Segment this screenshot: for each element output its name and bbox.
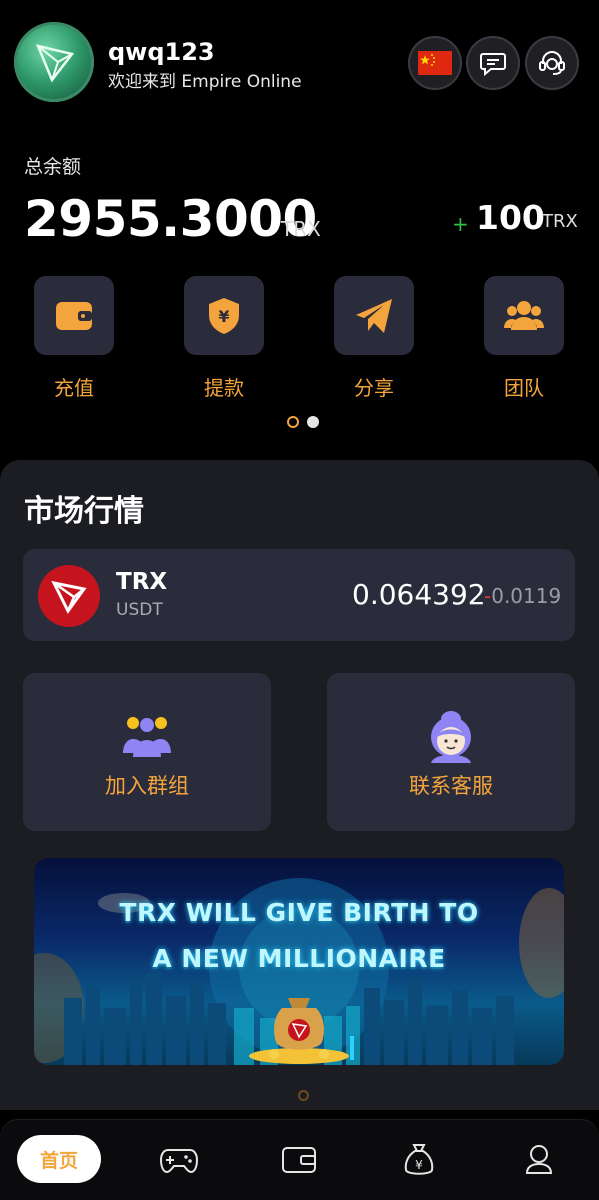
pager-dot-active[interactable] [287, 416, 299, 428]
customer-service-icon [431, 711, 471, 763]
avatar[interactable] [14, 22, 94, 102]
bonus-unit: TRX [542, 211, 578, 232]
share-button[interactable] [334, 276, 414, 355]
nav-games-button[interactable] [159, 1140, 199, 1180]
wallet-icon [282, 1147, 316, 1173]
coin-change: -0.0119 [484, 584, 561, 608]
bonus-plus-sign: + [452, 212, 469, 236]
withdraw-label: 提款 [204, 376, 244, 400]
customer-service-button[interactable] [525, 36, 579, 90]
trx-logo-icon [38, 565, 100, 627]
coin-change-value: 0.0119 [491, 584, 562, 608]
china-flag-icon [418, 51, 452, 75]
team-icon [504, 300, 544, 330]
deposit-button[interactable] [34, 276, 114, 355]
paper-plane-icon [356, 298, 392, 333]
shield-yen-icon: ¥ [209, 297, 239, 334]
team-label: 团队 [504, 376, 544, 400]
username: qwq123 [108, 38, 215, 66]
pager-dot[interactable] [307, 416, 319, 428]
nav-profile-button[interactable] [519, 1140, 559, 1180]
bonus-amount: 100 [476, 198, 545, 237]
profile-icon [525, 1145, 553, 1174]
coin-symbol: TRX [116, 569, 168, 595]
banner-headline-line2: A NEW MILLIONAIRE [152, 944, 446, 973]
welcome-text: 欢迎来到 Empire Online [108, 72, 302, 92]
banner-headline-line1: TRX WILL GIVE BIRTH TO [119, 898, 479, 927]
banner-pager-dot[interactable] [298, 1090, 309, 1101]
promo-banner[interactable]: TRX WILL GIVE BIRTH TO A NEW MILLIONAIRE [34, 858, 564, 1065]
money-bag-icon: ¥ [404, 1144, 434, 1175]
svg-text:¥: ¥ [415, 1158, 423, 1172]
message-button[interactable] [466, 36, 520, 90]
language-button[interactable] [408, 36, 462, 90]
tron-logo-icon [35, 44, 75, 83]
join-group-label: 加入群组 [105, 774, 189, 798]
customer-service-headset-icon [539, 51, 565, 75]
nav-wallet-button[interactable] [279, 1140, 319, 1180]
coin-price: 0.064392 [352, 578, 486, 611]
chat-message-icon [480, 53, 506, 77]
contact-support-label: 联系客服 [409, 774, 493, 798]
contact-support-card[interactable] [327, 673, 575, 831]
coin-quote: USDT [116, 600, 163, 620]
team-button[interactable] [484, 276, 564, 355]
svg-text:¥: ¥ [218, 307, 229, 326]
total-balance-unit: TRX [281, 217, 321, 241]
gamepad-icon [160, 1149, 198, 1174]
nav-home-button[interactable]: 首页 [17, 1135, 101, 1183]
group-icon [123, 717, 171, 757]
total-balance-label: 总余额 [24, 156, 82, 178]
share-label: 分享 [354, 376, 394, 400]
total-balance-amount: 2955.3000 [24, 190, 317, 248]
join-group-card[interactable] [23, 673, 271, 831]
deposit-label: 充值 [54, 376, 94, 400]
market-title: 市场行情 [24, 494, 144, 529]
wallet-icon [56, 301, 92, 330]
nav-finance-button[interactable]: ¥ [399, 1140, 439, 1180]
withdraw-button[interactable]: ¥ [184, 276, 264, 355]
